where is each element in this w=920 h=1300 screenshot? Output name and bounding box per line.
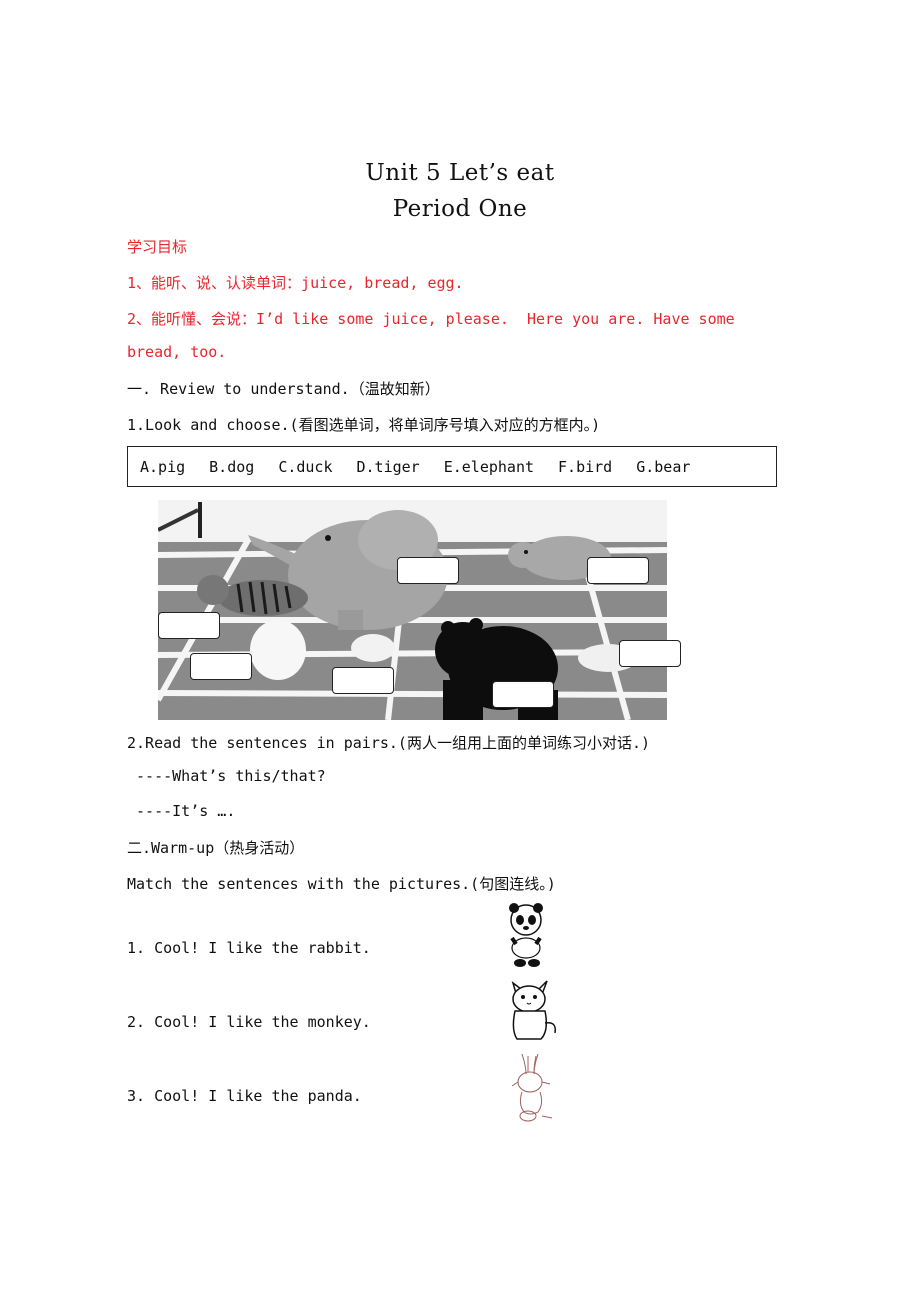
panda-picture (509, 903, 543, 967)
answer-box-dog[interactable] (619, 640, 681, 667)
rabbit-picture (511, 1053, 553, 1122)
match-sentence-1: 1. Cool! I like the rabbit. (127, 939, 371, 957)
answer-box-rabbit[interactable] (190, 653, 252, 680)
dialogue-line-1: ----What’s this/that? (127, 767, 326, 785)
match-instruction: Match the sentences with the pictures.(句… (127, 875, 556, 893)
answer-box-elephant[interactable] (397, 557, 459, 584)
period-title: Period One (392, 196, 528, 222)
objectives-heading: 学习目标 (127, 238, 188, 256)
option-tiger: D.tiger (356, 457, 420, 476)
task2-instruction: 2.Read the sentences in pairs.(两人一组用上面的单… (127, 734, 651, 752)
match-sentence-2: 2. Cool! I like the monkey. (127, 1013, 371, 1031)
animals-running-picture (158, 500, 681, 720)
option-pig: A.pig (140, 457, 186, 476)
cat-picture (511, 980, 557, 1040)
answer-box-tiger[interactable] (158, 612, 220, 639)
option-elephant: E.elephant (443, 457, 535, 476)
answer-box-bear[interactable] (492, 681, 554, 708)
unit-title: Unit 5 Let’s eat (365, 160, 555, 186)
dialogue-line-2: ----It’s …. (127, 802, 254, 820)
task1-instruction: 1.Look and choose.(看图选单词，将单词序号填入对应的方框内。) (127, 416, 601, 434)
option-bird: F.bird (558, 457, 613, 476)
section2-heading: 二.Warm-up（热身活动） (127, 839, 305, 857)
objective-item-2: 2、能听懂、会说：I’d like some juice, please. He… (127, 310, 735, 328)
answer-box-duck[interactable] (332, 667, 394, 694)
option-bear: G.bear (636, 457, 691, 476)
word-options-box: A.pig B.dog C.duck D.tiger E.elephant F.… (127, 446, 777, 487)
match-sentence-3: 3. Cool! I like the panda. (127, 1087, 362, 1105)
answer-box-pig[interactable] (587, 557, 649, 584)
track-scene (158, 500, 667, 720)
objective-item-2-cont: bread, too. (127, 343, 227, 361)
section1-heading: 一. Review to understand.（温故知新） (127, 380, 440, 398)
worksheet-page: Unit 5 Let’s eat Period One 学习目标 1、能听、说、… (0, 0, 920, 1300)
option-duck: C.duck (278, 457, 333, 476)
duck-figure (351, 634, 395, 662)
rabbit-figure (250, 620, 306, 680)
objective-item-1: 1、能听、说、认读单词：juice, bread, egg. (127, 274, 464, 292)
option-dog: B.dog (209, 457, 255, 476)
